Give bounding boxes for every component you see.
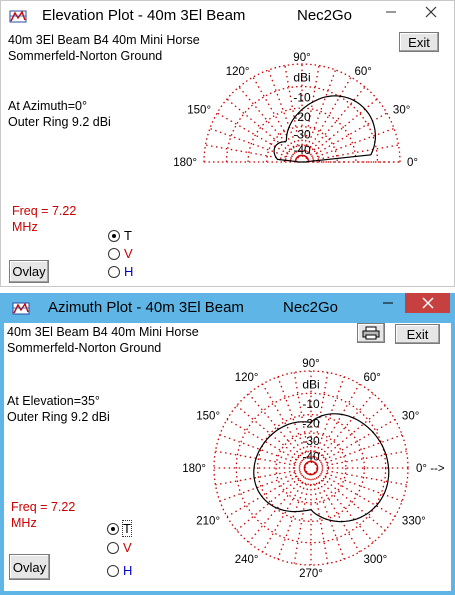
angle-label: 240° xyxy=(235,554,259,566)
angle-label: 270° xyxy=(299,568,323,580)
angle-label: 90° xyxy=(302,358,319,370)
azimuth-plot-window: Azimuth Plot - 40m 3El Beam Nec2Go 40m 3… xyxy=(0,293,455,595)
app-name: Nec2Go xyxy=(283,299,339,316)
ring-label: -30 xyxy=(302,434,320,448)
ring-label: -30 xyxy=(293,128,311,142)
grid-spoke xyxy=(248,472,308,543)
angle-label: 210° xyxy=(196,516,220,528)
elevation-polar-plot: dBi -10 -20 -30-40 0° 30° 60° 90° 120° 150° 180° xyxy=(173,52,418,169)
window-title: Azimuth Plot - 40m 3El Beam xyxy=(48,299,244,316)
angle-label: 150° xyxy=(196,411,220,423)
grid-spoke xyxy=(306,98,378,159)
angle-label: 330° xyxy=(402,516,426,528)
window-title: Elevation Plot - 40m 3El Beam xyxy=(42,7,246,24)
grid-spoke xyxy=(216,112,298,160)
grid-spoke xyxy=(226,98,298,159)
angle-label: 0° xyxy=(407,157,418,169)
ring-label: -20 xyxy=(302,416,320,430)
grid-spoke xyxy=(314,472,374,543)
azimuth-polar-plot: dBi -10 -20 -30-40 0° --> 30° 60° 90° 120° 150° 18… xyxy=(182,358,445,580)
angle-label: 300° xyxy=(364,554,388,566)
angle-label: 150° xyxy=(187,105,211,117)
minimize-icon xyxy=(383,302,393,304)
app-name: Nec2Go xyxy=(297,7,353,24)
grid-spoke xyxy=(215,468,306,486)
angle-label: 0° --> xyxy=(416,463,445,475)
grid-spoke xyxy=(215,450,306,468)
grid-spoke xyxy=(316,468,407,486)
angle-label: 120° xyxy=(226,66,250,78)
angle-label: 30° xyxy=(402,411,419,423)
angle-label: 180° xyxy=(182,463,206,475)
grid-spoke xyxy=(315,471,386,531)
angle-label: 30° xyxy=(393,105,410,117)
grid-spoke xyxy=(307,144,399,162)
grid-spoke xyxy=(205,144,297,162)
ring-label: -40 xyxy=(302,449,320,463)
close-icon xyxy=(422,297,433,309)
azimuth-client-area: 40m 3El Beam B4 40m Mini Horse Sommerfel… xyxy=(4,323,451,591)
azimuth-titlebar[interactable]: Azimuth Plot - 40m 3El Beam Nec2Go xyxy=(4,293,451,323)
grid-spoke xyxy=(305,86,366,158)
grid-spoke xyxy=(316,450,407,468)
ring-label: dBi xyxy=(293,71,310,85)
grid-spoke xyxy=(293,473,311,564)
close-icon xyxy=(425,6,436,18)
grid-spoke xyxy=(304,76,352,158)
close-button[interactable] xyxy=(408,1,453,23)
minimize-icon xyxy=(386,11,396,13)
ring-label: -20 xyxy=(293,110,311,124)
close-button[interactable] xyxy=(405,293,450,313)
grid-spoke xyxy=(236,471,307,531)
angle-label: 90° xyxy=(293,52,310,64)
ring-label: dBi xyxy=(302,378,319,392)
antenna-app-icon xyxy=(9,10,27,23)
grid-ring xyxy=(256,414,365,522)
elevation-titlebar[interactable]: Elevation Plot - 40m 3El Beam Nec2Go xyxy=(1,1,454,31)
antenna-app-icon xyxy=(12,302,30,315)
ring-label: -10 xyxy=(302,397,320,411)
minimize-button[interactable] xyxy=(371,293,405,313)
elevation-client-area: 40m 3El Beam B4 40m Mini Horse Sommerfel… xyxy=(1,31,454,286)
ring-label: -10 xyxy=(293,90,311,104)
angle-label: 60° xyxy=(364,372,381,384)
grid-spoke xyxy=(314,393,374,464)
grid-ring xyxy=(304,461,318,475)
angle-label: 180° xyxy=(173,157,197,169)
minimize-button[interactable] xyxy=(374,1,408,23)
grid-spoke xyxy=(238,86,299,158)
ring-label: -40 xyxy=(293,143,311,157)
elevation-plot-window: Elevation Plot - 40m 3El Beam Nec2Go 40m… xyxy=(0,0,455,287)
angle-label: 120° xyxy=(235,372,259,384)
angle-label: 60° xyxy=(355,66,372,78)
